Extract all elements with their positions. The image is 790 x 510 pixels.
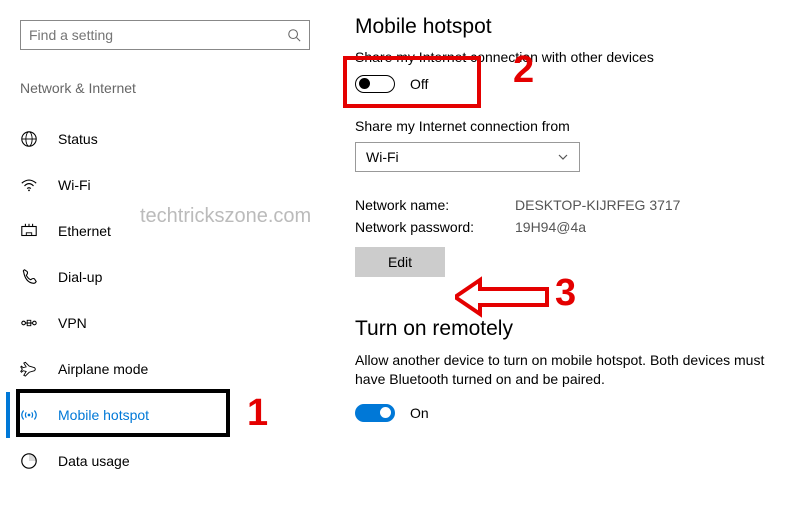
sidebar-section-title: Network & Internet	[20, 80, 320, 96]
phone-icon	[20, 268, 38, 286]
network-name-label: Network name:	[355, 197, 515, 213]
search-icon	[287, 28, 301, 42]
wifi-icon	[20, 176, 38, 194]
sidebar-item-vpn[interactable]: VPN	[20, 300, 320, 346]
remote-toggle[interactable]	[355, 404, 395, 422]
sidebar-item-ethernet[interactable]: Ethernet	[20, 208, 320, 254]
sidebar-item-label: VPN	[58, 315, 87, 331]
sidebar-item-label: Data usage	[58, 453, 130, 469]
chevron-down-icon	[557, 151, 569, 163]
share-from-value: Wi-Fi	[366, 149, 557, 165]
sidebar-item-dialup[interactable]: Dial-up	[20, 254, 320, 300]
search-input-container[interactable]	[20, 20, 310, 50]
share-from-label: Share my Internet connection from	[355, 118, 775, 134]
sidebar-nav: Status Wi-Fi Ethernet Dial-up VPN	[20, 116, 320, 484]
sidebar-item-wifi[interactable]: Wi-Fi	[20, 162, 320, 208]
ethernet-icon	[20, 222, 38, 240]
network-password-value: 19H94@4a	[515, 219, 586, 235]
remote-toggle-label: On	[410, 405, 429, 421]
sidebar-item-mobile-hotspot[interactable]: Mobile hotspot	[6, 392, 320, 438]
network-password-label: Network password:	[355, 219, 515, 235]
sidebar-item-airplane[interactable]: Airplane mode	[20, 346, 320, 392]
search-input[interactable]	[29, 27, 287, 43]
share-from-select[interactable]: Wi-Fi	[355, 142, 580, 172]
network-name-value: DESKTOP-KIJRFEG 3717	[515, 197, 680, 213]
sidebar-item-data-usage[interactable]: Data usage	[20, 438, 320, 484]
sidebar-item-label: Ethernet	[58, 223, 111, 239]
remote-heading: Turn on remotely	[355, 317, 775, 341]
sidebar-item-label: Dial-up	[58, 269, 102, 285]
page-title: Mobile hotspot	[355, 15, 775, 39]
share-description: Share my Internet connection with other …	[355, 49, 775, 65]
globe-icon	[20, 130, 38, 148]
share-toggle-label: Off	[410, 76, 428, 92]
data-usage-icon	[20, 452, 38, 470]
remote-description: Allow another device to turn on mobile h…	[355, 351, 775, 389]
sidebar-item-label: Status	[58, 131, 98, 147]
sidebar-item-status[interactable]: Status	[20, 116, 320, 162]
hotspot-icon	[20, 406, 38, 424]
sidebar-item-label: Airplane mode	[58, 361, 148, 377]
sidebar-item-label: Mobile hotspot	[58, 407, 149, 423]
edit-button[interactable]: Edit	[355, 247, 445, 277]
sidebar-item-label: Wi-Fi	[58, 177, 91, 193]
share-toggle[interactable]	[355, 75, 395, 93]
airplane-icon	[20, 360, 38, 378]
vpn-icon	[20, 314, 38, 332]
